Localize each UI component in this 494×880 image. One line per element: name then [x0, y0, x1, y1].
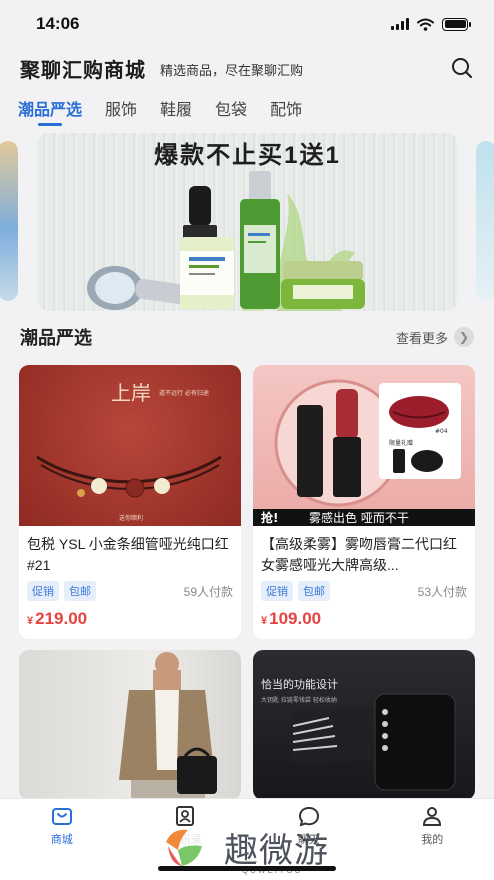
- tabbar-label-chat: 聊天: [297, 834, 320, 846]
- product-meta: 促销 包邮 53人付款: [253, 576, 475, 601]
- product-title: 【高级柔雾】雾吻唇膏二代口红女雾感哑光大牌高级...: [261, 536, 457, 573]
- product-card[interactable]: #04 限量礼赠 抢! 雾感出色 哑而不干 【高级柔雾】雾吻唇膏二代口红女雾感哑…: [253, 365, 475, 639]
- banner-next-slide[interactable]: [476, 141, 494, 301]
- signal-icon: [391, 18, 409, 30]
- product-image: [19, 650, 241, 800]
- tabbar-item-shop[interactable]: 商城: [0, 799, 124, 880]
- shop-bag-icon: [51, 808, 72, 825]
- status-bar: 14:06: [0, 0, 494, 48]
- image-heading: 恰当的功能设计: [261, 677, 338, 691]
- tabbar-label-contacts: 通讯录: [168, 834, 202, 846]
- product-card[interactable]: [19, 650, 241, 800]
- view-more-link[interactable]: 查看更多 ❯: [396, 327, 474, 347]
- view-more-label: 查看更多: [395, 330, 448, 346]
- promo-tag: 促销: [261, 581, 293, 601]
- free-shipping-tag: 包邮: [298, 581, 330, 601]
- banner-slide[interactable]: 爆款不止买1送1: [37, 133, 458, 311]
- battery-icon: [442, 17, 471, 31]
- tab-chaopin[interactable]: 潮品严选: [18, 90, 82, 130]
- status-time: 14:06: [36, 14, 80, 33]
- price-value: 109.00: [269, 609, 322, 628]
- currency-symbol: ¥: [261, 615, 268, 627]
- currency-symbol: ¥: [27, 615, 34, 627]
- tab-fushi[interactable]: 服饰: [105, 90, 137, 130]
- app-header: 聚聊汇购商城 精选商品，尽在聚聊汇购: [0, 48, 494, 88]
- tab-baodai[interactable]: 包袋: [215, 90, 247, 130]
- chevron-right-icon: ❯: [454, 327, 474, 347]
- product-image: 恰当的功能设计 大钥匙 拉链零钱袋 轻松收纳: [253, 650, 475, 800]
- product-price: ¥219.00: [19, 601, 241, 629]
- tabbar-label-shop: 商城: [50, 834, 73, 846]
- product-price: ¥109.00: [253, 601, 475, 629]
- image-band-b: 雾感出色 哑而不干: [309, 510, 409, 525]
- section-header: 潮品严选 查看更多 ❯: [20, 324, 474, 352]
- product-card[interactable]: 恰当的功能设计 大钥匙 拉链零钱袋 轻松收纳: [253, 650, 475, 800]
- banner-prev-slide[interactable]: [0, 141, 18, 301]
- tab-peishi[interactable]: 配饰: [270, 90, 302, 130]
- product-image: #04 限量礼赠 抢! 雾感出色 哑而不干: [253, 365, 475, 526]
- tabbar-item-profile[interactable]: 我的: [371, 799, 494, 880]
- image-num-text: #04: [435, 428, 448, 435]
- product-title: 包税 YSL 小金条细管哑光纯口红 #21: [27, 536, 229, 573]
- free-shipping-tag: 包邮: [64, 581, 96, 601]
- chat-bubble-icon: [298, 806, 319, 827]
- product-meta: 促销 包邮 59人付款: [19, 576, 241, 601]
- banner-carousel[interactable]: 爆款不止买1送1: [0, 133, 494, 311]
- tabbar-label-profile: 我的: [421, 834, 444, 846]
- app-slogan: 精选商品，尽在聚聊汇购: [160, 63, 304, 78]
- section-title: 潮品严选: [20, 328, 92, 348]
- status-icons: [391, 17, 471, 31]
- image-small-text: 道不远行 必有归途: [159, 389, 209, 397]
- banner-product-image: [87, 171, 365, 311]
- category-tabs: 潮品严选 服饰 鞋履 包袋 配饰: [0, 90, 494, 130]
- wifi-icon: [417, 18, 434, 31]
- home-indicator: [158, 866, 336, 871]
- product-image: 上岸 道不远行 必有归途 送你顺利: [19, 365, 241, 526]
- tab-xielv[interactable]: 鞋履: [160, 90, 192, 130]
- image-big-text: 上岸: [111, 381, 151, 405]
- image-box-text: 限量礼赠: [389, 439, 413, 447]
- sales-count: 53人付款: [417, 584, 467, 599]
- person-icon: [423, 807, 442, 826]
- sales-count: 59人付款: [183, 584, 233, 599]
- image-band-a: 抢!: [261, 510, 278, 525]
- price-value: 219.00: [35, 609, 88, 628]
- product-card[interactable]: 上岸 道不远行 必有归途 送你顺利 包税 YSL 小金条细管哑光纯口红 #21 …: [19, 365, 241, 639]
- promo-tag: 促销: [27, 581, 59, 601]
- image-foot-text: 送你顺利: [119, 514, 143, 522]
- app-title: 聚聊汇购商城: [20, 59, 146, 82]
- contacts-icon: [176, 806, 195, 826]
- image-sub: 大钥匙 拉链零钱袋 轻松收纳: [261, 696, 337, 704]
- search-icon[interactable]: [450, 56, 474, 80]
